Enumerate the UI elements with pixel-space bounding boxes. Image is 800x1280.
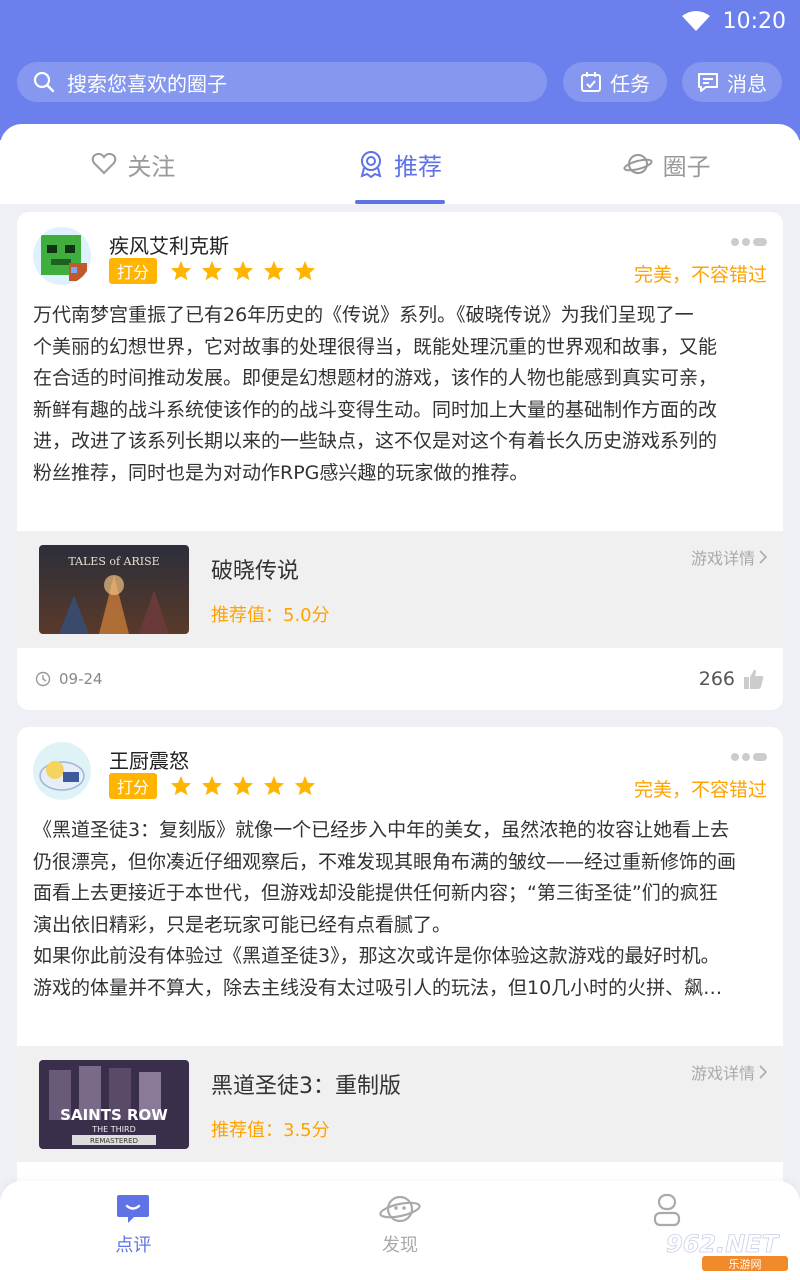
star-icon [263,260,285,281]
game-detail-link[interactable]: 游戏详情 [691,1060,767,1084]
like-button[interactable]: 266 [699,668,765,690]
heart-icon [92,152,117,175]
nav-review[interactable]: 点评 [0,1181,267,1280]
cover-badge: REMASTERED [90,1137,138,1145]
game-detail-label: 游戏详情 [690,1064,755,1083]
chat-bubble-icon [117,1195,150,1223]
app-header: 10:20 搜索您喜欢的圈子 任务 消息 [0,0,800,140]
nav-label: 点评 [115,1235,152,1256]
task-button[interactable]: 任务 [563,62,667,102]
post-date: 09-24 [35,670,103,688]
rating-text: 完美，不容错过 [633,779,767,801]
planet-icon [623,154,653,174]
tab-label: 关注 [127,152,176,181]
cover-title: SAINTS ROW [60,1106,168,1124]
ribbon-icon [360,151,382,178]
calendar-icon [581,72,601,92]
review-card[interactable]: 疾风艾利克斯 打分 完美，不容错过 万代南梦宫重振了已有26年历史的《传说》系列… [17,212,783,710]
tab-follow[interactable]: 关注 [0,124,267,204]
review-card[interactable]: 王厨震怒 打分 完美，不容错过 《黑道圣徒3：复刻版》就像一个已经步入中年的美女… [17,727,783,1197]
tab-label: 推荐 [394,152,442,181]
search-bar[interactable]: 搜索您喜欢的圈子 [17,62,547,102]
star-icon [201,775,223,796]
review-body[interactable]: 《黑道圣徒3：复刻版》就像一个已经步入中年的美女，虽然浓艳的妆容让她看上去 仍很… [33,815,773,1004]
date-text: 09-24 [59,670,103,688]
wifi-icon [681,11,710,31]
avatar[interactable] [33,742,91,800]
active-tab-indicator [355,200,445,204]
review-footer: 09-24 266 [17,647,783,710]
cover-subtitle: THE THIRD [91,1125,135,1134]
message-icon [698,73,718,92]
message-button-label: 消息 [727,71,767,96]
star-icon [201,260,223,281]
game-score: 推荐值：5.0分 [211,605,330,626]
search-icon [33,71,55,93]
star-icon [232,775,254,796]
status-time: 10:20 [722,8,786,34]
more-options-icon[interactable] [731,238,767,246]
thumbs-up-icon [744,669,764,689]
star-icon [294,260,316,281]
star-icon [294,775,316,796]
like-count: 266 [698,668,735,690]
username[interactable]: 王厨震怒 [109,745,189,774]
review-body[interactable]: 万代南梦宫重振了已有26年历史的《传说》系列。《破晓传说》为我们呈现了一 个美丽… [33,300,773,489]
rating-text: 完美，不容错过 [633,264,767,286]
game-info-panel[interactable]: SAINTS ROW THE THIRD REMASTERED 黑道圣徒3：重制… [17,1046,783,1162]
tab-circles[interactable]: 圈子 [533,124,800,204]
task-button-label: 任务 [610,71,650,96]
tab-recommend[interactable]: 推荐 [267,124,534,204]
game-score: 推荐值：3.5分 [211,1120,330,1141]
watermark-sub: 乐游网 [729,1258,762,1271]
tab-label: 圈子 [662,152,711,181]
score-tag: 打分 [109,258,157,284]
star-icon [170,775,192,796]
chevron-right-icon [759,1065,767,1079]
avatar[interactable] [33,227,91,285]
game-cover[interactable]: TALES of ARISE [39,545,189,634]
message-button[interactable]: 消息 [682,62,782,102]
top-tabs: 关注 推荐 圈子 [0,124,800,204]
score-tag: 打分 [109,773,157,799]
star-icon [232,260,254,281]
search-placeholder: 搜索您喜欢的圈子 [67,71,227,96]
star-icon [170,260,192,281]
watermark-text: 962.NET [666,1230,780,1258]
site-watermark: 962.NET 乐游网 [662,1228,792,1272]
game-info-panel[interactable]: TALES of ARISE 破晓传说 推荐值：5.0分 游戏详情 [17,531,783,647]
user-icon [653,1193,680,1227]
nav-discover[interactable]: 发现 [267,1181,534,1280]
game-name[interactable]: 黑道圣徒3：重制版 [211,1068,401,1100]
star-rating [170,260,316,281]
more-options-icon[interactable] [731,753,767,761]
planet-icon [379,1195,421,1223]
game-detail-label: 游戏详情 [690,549,755,568]
status-bar: 10:20 [681,6,786,36]
clock-icon [35,671,51,687]
star-icon [263,775,285,796]
game-detail-link[interactable]: 游戏详情 [691,545,767,569]
nav-label: 发现 [382,1235,418,1256]
game-name[interactable]: 破晓传说 [211,553,299,585]
chevron-right-icon [759,550,767,564]
star-rating [170,775,316,796]
game-cover[interactable]: SAINTS ROW THE THIRD REMASTERED [39,1060,189,1149]
username[interactable]: 疾风艾利克斯 [109,230,229,259]
cover-title: TALES of ARISE [68,555,159,568]
